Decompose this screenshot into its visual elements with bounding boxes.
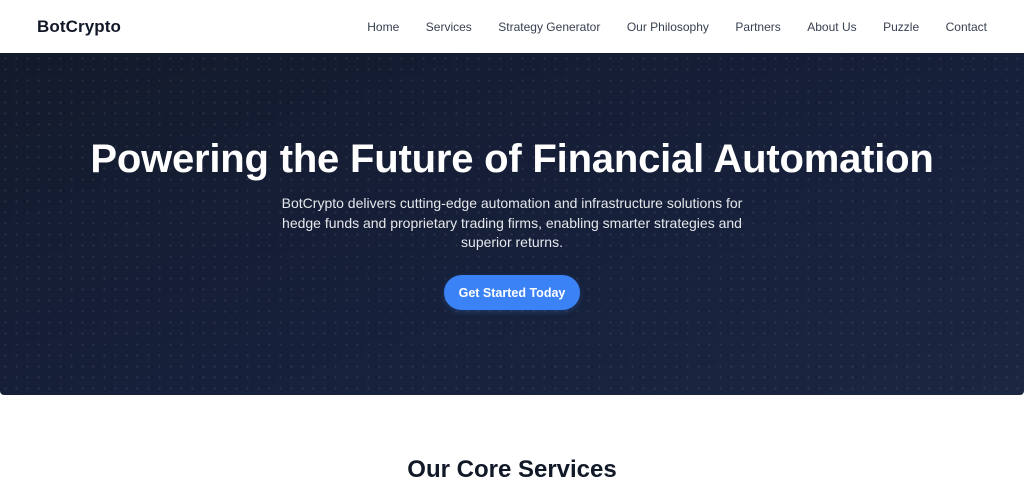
nav-links: Home Services Strategy Generator Our Phi… [367, 20, 987, 34]
hero-description: BotCrypto delivers cutting-edge automati… [281, 195, 743, 250]
nav-link-contact[interactable]: Contact [946, 20, 987, 34]
nav-link-home[interactable]: Home [367, 20, 399, 34]
nav-link-about-us[interactable]: About Us [807, 20, 856, 34]
nav-link-services[interactable]: Services [426, 20, 472, 34]
hero-title: Powering the Future of Financial Automat… [90, 137, 934, 181]
nav-link-partners[interactable]: Partners [735, 20, 780, 34]
brand-logo[interactable]: BotCrypto [37, 17, 121, 37]
nav-link-strategy-generator[interactable]: Strategy Generator [498, 20, 600, 34]
nav-link-puzzle[interactable]: Puzzle [883, 20, 919, 34]
top-navigation: BotCrypto Home Services Strategy Generat… [0, 0, 1024, 53]
get-started-button[interactable]: Get Started Today [444, 275, 580, 310]
nav-link-our-philosophy[interactable]: Our Philosophy [627, 20, 709, 34]
hero-section: Powering the Future of Financial Automat… [0, 53, 1024, 395]
services-section-title: Our Core Services [407, 456, 617, 483]
